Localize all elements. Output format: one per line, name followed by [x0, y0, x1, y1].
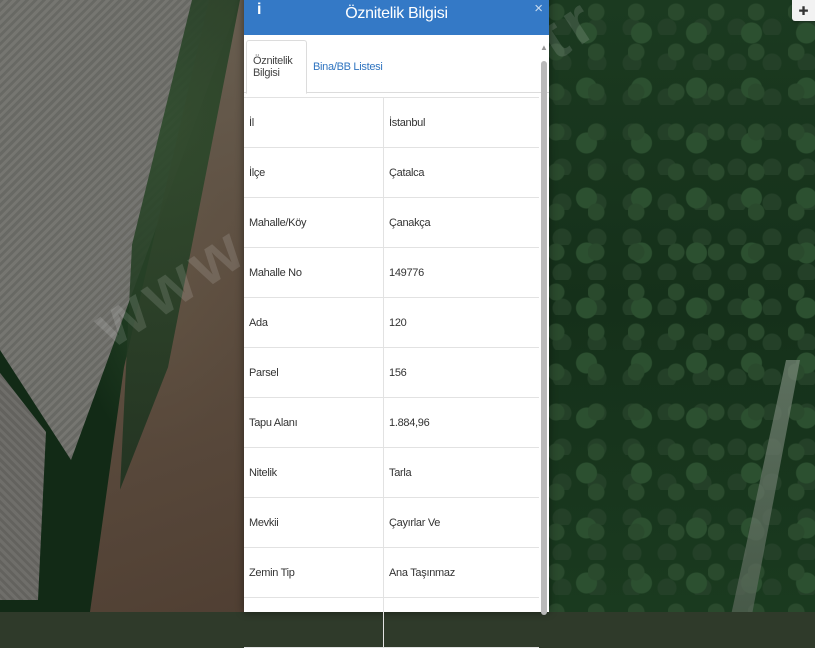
table-row: Ada 120: [244, 297, 539, 348]
attribute-key: Zemin Tip: [244, 547, 384, 598]
layers-icon: ✚: [798, 3, 809, 18]
attribute-panel: i Öznitelik Bilgisi × Öznitelik Bilgisi …: [244, 0, 549, 648]
map-forest-area: [548, 0, 815, 612]
panel-header: i Öznitelik Bilgisi ×: [244, 0, 549, 35]
attribute-key: Parsel: [244, 347, 384, 398]
map-control-button[interactable]: ✚: [792, 0, 815, 21]
scroll-up-arrow-icon[interactable]: ▲: [540, 43, 548, 53]
attribute-value: 120: [383, 297, 539, 348]
attribute-value: Çatalca: [383, 147, 539, 198]
attribute-key: Mahalle/Köy: [244, 197, 384, 248]
table-row: [244, 597, 539, 648]
panel-body: Öznitelik Bilgisi Bina/BB Listesi İl İsta…: [244, 35, 549, 648]
attribute-value: 149776: [383, 247, 539, 298]
attribute-key: Nitelik: [244, 447, 384, 498]
table-row: Mevkii Çayırlar Ve: [244, 497, 539, 548]
close-icon[interactable]: ×: [534, 0, 543, 17]
tab-bar: Öznitelik Bilgisi Bina/BB Listesi: [244, 35, 549, 94]
attribute-key: [244, 597, 384, 648]
scrollbar[interactable]: ▲: [540, 43, 548, 615]
attribute-key: İlçe: [244, 147, 384, 198]
table-row: İlçe Çatalca: [244, 147, 539, 198]
table-row: Zemin Tip Ana Taşınmaz: [244, 547, 539, 598]
attribute-value: 1.884,96: [383, 397, 539, 448]
attribute-key: Mahalle No: [244, 247, 384, 298]
attribute-value: 156: [383, 347, 539, 398]
table-row: Mahalle/Köy Çanakça: [244, 197, 539, 248]
attribute-key: Mevkii: [244, 497, 384, 548]
table-row: Nitelik Tarla: [244, 447, 539, 498]
attribute-key: Tapu Alanı: [244, 397, 384, 448]
tab-bina-bb-listesi[interactable]: Bina/BB Listesi: [307, 40, 388, 94]
attribute-key: İl: [244, 97, 384, 148]
attribute-key: Ada: [244, 297, 384, 348]
table-row: İl İstanbul: [244, 97, 539, 148]
attribute-value: Tarla: [383, 447, 539, 498]
attribute-value: Çayırlar Ve: [383, 497, 539, 548]
table-row: Tapu Alanı 1.884,96: [244, 397, 539, 448]
attribute-value: Ana Taşınmaz: [383, 547, 539, 598]
scroll-thumb[interactable]: [541, 61, 547, 615]
attribute-value: İstanbul: [383, 97, 539, 148]
attribute-value: Çanakça: [383, 197, 539, 248]
tab-oznitelik-bilgisi[interactable]: Öznitelik Bilgisi: [246, 40, 307, 94]
panel-title: Öznitelik Bilgisi: [345, 5, 448, 22]
table-row: Parsel 156: [244, 347, 539, 398]
info-icon[interactable]: i: [257, 1, 263, 19]
attribute-table: İl İstanbul İlçe Çatalca Mahalle/Köy Çanakça M…: [244, 97, 539, 648]
attribute-value: [383, 597, 539, 648]
table-row: Mahalle No 149776: [244, 247, 539, 298]
